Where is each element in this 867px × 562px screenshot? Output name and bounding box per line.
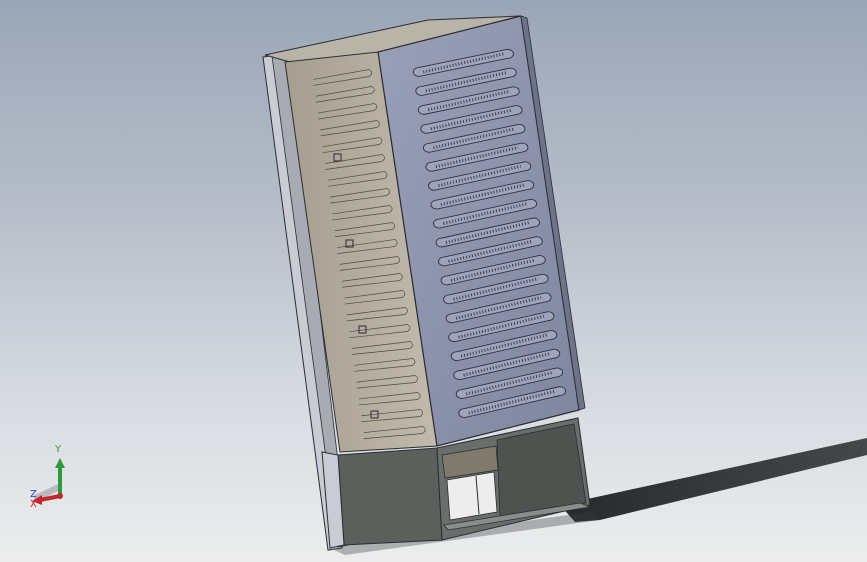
- triad-origin: [57, 493, 63, 499]
- cad-viewport[interactable]: Y Z X: [0, 0, 867, 562]
- triad-label-x: X: [30, 499, 37, 510]
- base-opening: [446, 471, 498, 521]
- triad-label-y: Y: [54, 444, 62, 455]
- base-front-panel[interactable]: [337, 447, 443, 546]
- coordinate-triad: Y Z X: [30, 444, 65, 510]
- cad-model-view[interactable]: Y Z X: [0, 0, 867, 562]
- triad-y-arrowhead: [55, 458, 65, 468]
- ground-shadow: [560, 438, 867, 522]
